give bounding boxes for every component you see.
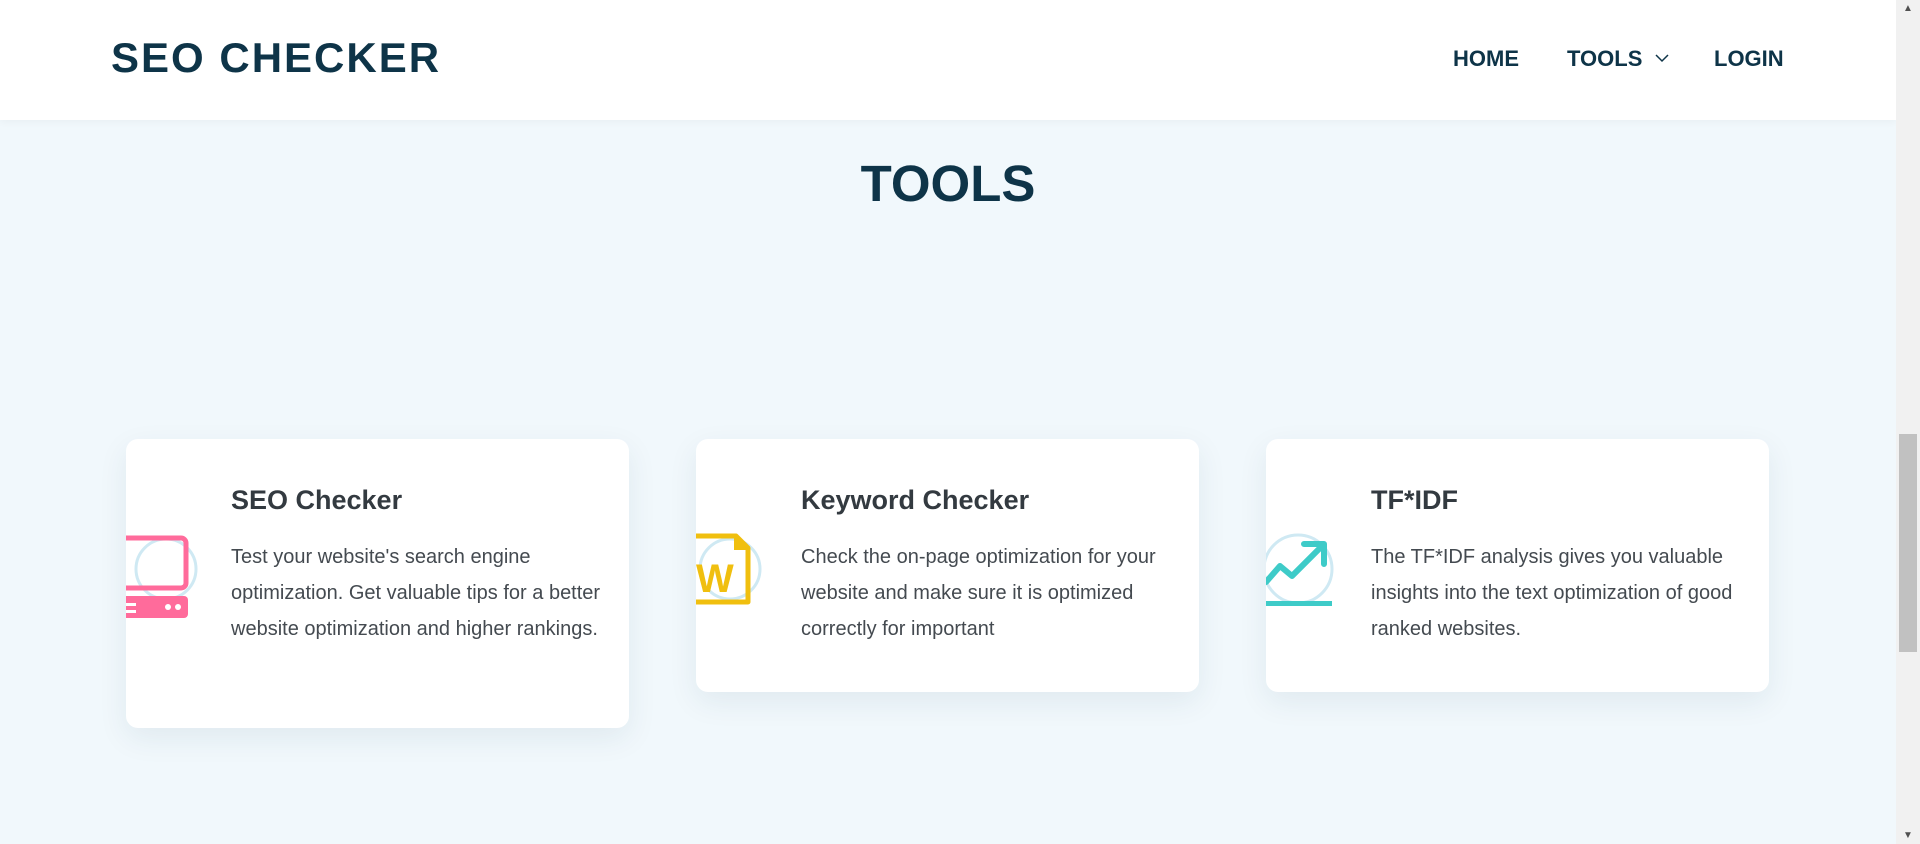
site-header: SEO CHECKER HOME TOOLS LOGIN	[0, 0, 1896, 120]
main-nav: HOME TOOLS LOGIN	[0, 46, 1896, 76]
trend-chart-icon	[1266, 533, 1334, 606]
card-title: TF*IDF	[1371, 485, 1458, 515]
nav-login-link[interactable]: LOGIN	[1714, 46, 1784, 72]
nav-home-link[interactable]: HOME	[1453, 46, 1519, 72]
card-description: Check the on-page optimization for your …	[801, 546, 1156, 640]
chevron-down-icon	[1654, 54, 1669, 62]
svg-text:W: W	[696, 557, 734, 601]
nav-tools-label: TOOLS	[1567, 46, 1643, 71]
card-title: Keyword Checker	[801, 485, 1030, 515]
nav-tools-dropdown[interactable]: TOOLS	[1567, 46, 1669, 72]
scroll-down-arrow[interactable]: ▼	[1896, 827, 1920, 844]
card-title: SEO Checker	[231, 485, 403, 515]
card-description: Test your website's search engine optimi…	[231, 546, 601, 640]
tool-card-tfidf[interactable]: TF*IDF The TF*IDF analysis gives you val…	[1266, 439, 1769, 692]
tool-card-seo-checker[interactable]: SEO Checker Test your website's search e…	[126, 439, 629, 728]
card-description: The TF*IDF analysis gives you valuable i…	[1371, 546, 1733, 640]
computer-icon	[126, 535, 198, 618]
word-document-icon: W	[696, 533, 762, 605]
scroll-thumb[interactable]	[1899, 434, 1917, 652]
scroll-up-arrow[interactable]: ▲	[1896, 0, 1920, 17]
page-title: TOOLS	[860, 155, 1036, 212]
tool-card-keyword-checker[interactable]: W Keyword Checker Check the on-page opti…	[696, 439, 1199, 692]
vertical-scrollbar[interactable]: ▲ ▼	[1896, 0, 1920, 844]
